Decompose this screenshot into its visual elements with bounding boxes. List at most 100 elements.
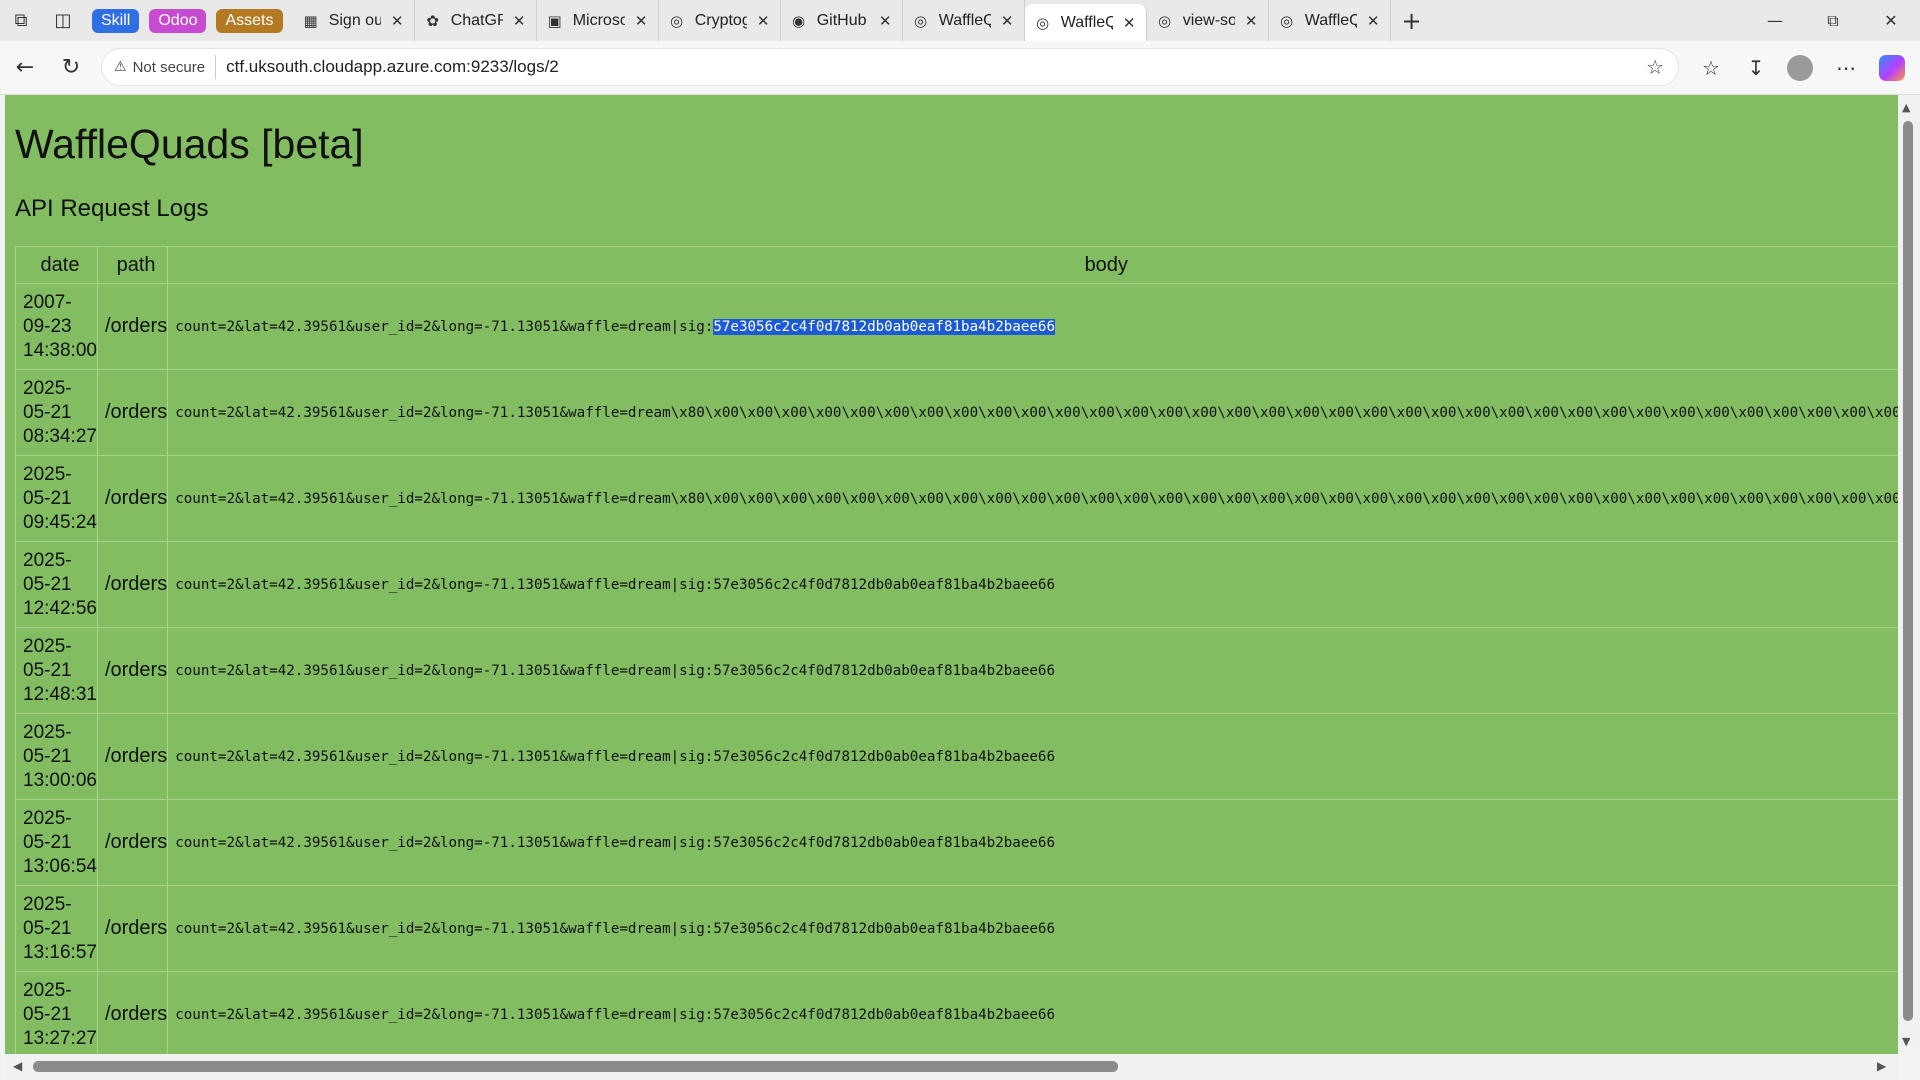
column-header-body: body bbox=[167, 246, 1898, 284]
tab-label: Sign out bbox=[328, 11, 381, 29]
tab-label: view-sourc bbox=[1182, 11, 1235, 29]
log-body: count=2&lat=42.39561&user_id=2&long=-71.… bbox=[167, 283, 1898, 370]
table-row: 2025- 05-21 12:42:56/orders count=2&lat=42.… bbox=[15, 541, 1898, 628]
copilot-logo bbox=[1879, 55, 1905, 81]
log-date-part: 14:38:00 bbox=[23, 339, 97, 361]
security-indicator[interactable]: ⚠ Not secure bbox=[114, 55, 217, 79]
table-row: 2025- 05-21 13:06:54/orders count=2&lat=42.… bbox=[15, 799, 1898, 886]
log-date: 2025- 05-21 09:45:24 bbox=[15, 455, 98, 542]
tab-strip: ⧉ ◫ Skill Odoo Assets ▦ Sign out ✕ ✿ ChatGPT… bbox=[0, 0, 1920, 41]
log-body-text: count=2&lat=42.39561&user_id=2&long=-71.… bbox=[175, 748, 1056, 765]
close-tab-icon[interactable]: ✕ bbox=[635, 12, 648, 30]
browser-tab[interactable]: ◎ Cryptograp ✕ bbox=[659, 0, 781, 41]
log-date-part: 13:16:57 bbox=[23, 941, 97, 963]
log-body-text: count=2&lat=42.39561&user_id=2&long=-71.… bbox=[175, 1006, 1056, 1023]
log-path: /orders bbox=[96, 713, 169, 800]
tab-label: Microsoft / bbox=[572, 11, 625, 29]
log-date-part: 2025- bbox=[23, 377, 72, 399]
minimize-icon[interactable]: — bbox=[1746, 0, 1804, 41]
vertical-scroll-thumb[interactable] bbox=[1903, 121, 1913, 1021]
log-path: /orders bbox=[96, 541, 169, 628]
log-path: /orders bbox=[96, 885, 169, 972]
browser-tab[interactable]: ▣ Microsoft / ✕ bbox=[537, 0, 659, 41]
close-tab-icon[interactable]: ✕ bbox=[1245, 12, 1258, 30]
new-tab-icon[interactable]: + bbox=[1391, 0, 1433, 41]
refresh-icon[interactable]: ↻ bbox=[48, 48, 94, 88]
log-date-part: 2025- bbox=[23, 893, 72, 915]
log-date: 2025- 05-21 13:16:57 bbox=[15, 885, 98, 972]
address-bar[interactable]: ⚠ Not secure ctf.uksouth.cloudapp.azure.… bbox=[101, 48, 1679, 86]
scroll-right-icon[interactable]: ▶ bbox=[1877, 1059, 1886, 1073]
log-date-part: 05-21 bbox=[23, 917, 72, 939]
pinned-tab-odoo[interactable]: Odoo bbox=[149, 8, 207, 33]
close-tab-icon[interactable]: ✕ bbox=[1001, 12, 1014, 30]
microsoft-icon: ▣ bbox=[547, 11, 562, 30]
log-date: 2025- 05-21 13:00:06 bbox=[15, 713, 98, 800]
close-tab-icon[interactable]: ✕ bbox=[1123, 14, 1136, 32]
browser-tab[interactable]: ▦ Sign out ✕ bbox=[293, 0, 415, 41]
column-header-date: date bbox=[15, 246, 98, 284]
page-title: WaffleQuads [beta] bbox=[15, 121, 364, 167]
browser-tab[interactable]: ◎ view-sourc ✕ bbox=[1147, 0, 1269, 41]
downloads-icon[interactable]: ↧ bbox=[1734, 48, 1778, 88]
table-row: 2025- 05-21 13:00:06/orders count=2&lat=42.… bbox=[15, 713, 1898, 800]
log-date-part: 2025- bbox=[23, 635, 72, 657]
log-body-text: count=2&lat=42.39561&user_id=2&long=-71.… bbox=[175, 318, 714, 335]
log-body: count=2&lat=42.39561&user_id=2&long=-71.… bbox=[167, 713, 1898, 800]
scroll-down-icon[interactable]: ▼ bbox=[1902, 1035, 1910, 1048]
log-body: count=2&lat=42.39561&user_id=2&long=-71.… bbox=[167, 541, 1898, 628]
log-body: count=2&lat=42.39561&user_id=2&long=-71.… bbox=[167, 369, 1898, 456]
security-label: Not secure bbox=[132, 58, 206, 76]
profile-icon[interactable] bbox=[1778, 48, 1822, 88]
log-body: count=2&lat=42.39561&user_id=2&long=-71.… bbox=[167, 971, 1898, 1054]
pinned-tab-assets[interactable]: Assets bbox=[216, 8, 283, 33]
scroll-up-icon[interactable]: ▲ bbox=[1902, 101, 1910, 114]
horizontal-scrollbar[interactable]: ◀ ▶ bbox=[5, 1054, 1898, 1080]
horizontal-scroll-thumb[interactable] bbox=[33, 1061, 1118, 1072]
close-tab-icon[interactable]: ✕ bbox=[1367, 12, 1380, 30]
copilot-icon[interactable] bbox=[1870, 48, 1914, 88]
vertical-tabs-icon[interactable]: ◫ bbox=[42, 0, 84, 41]
globe-icon: ◎ bbox=[1158, 11, 1172, 30]
browser-tab[interactable]: ✿ ChatGPT - ✕ bbox=[415, 0, 537, 41]
browser-tab[interactable]: ◉ GitHub - W ✕ bbox=[781, 0, 903, 41]
selected-signature: 57e3056c2c4f0d7812db0ab0eaf81ba4b2baee66 bbox=[713, 318, 1056, 335]
pinned-tab-skill[interactable]: Skill bbox=[92, 8, 140, 33]
log-date: 2025- 05-21 08:34:27 bbox=[15, 369, 98, 456]
restore-icon[interactable]: ⧉ bbox=[1804, 0, 1862, 41]
log-body: count=2&lat=42.39561&user_id=2&long=-71.… bbox=[167, 885, 1898, 972]
favorite-star-icon[interactable]: ☆ bbox=[1646, 55, 1664, 79]
log-body: count=2&lat=42.39561&user_id=2&long=-71.… bbox=[167, 455, 1898, 542]
log-path: /orders bbox=[96, 971, 169, 1054]
log-date-part: 2025- bbox=[23, 549, 72, 571]
browser-tab[interactable]: ◎ WaffleQua ✕ bbox=[1024, 4, 1147, 41]
close-tab-icon[interactable]: ✕ bbox=[879, 12, 892, 30]
close-tab-icon[interactable]: ✕ bbox=[513, 12, 526, 30]
log-date-part: 05-21 bbox=[23, 1003, 72, 1025]
close-tab-icon[interactable]: ✕ bbox=[391, 12, 404, 30]
close-tab-icon[interactable]: ✕ bbox=[757, 12, 770, 30]
browser-tab[interactable]: ◎ WaffleQua ✕ bbox=[903, 0, 1025, 41]
log-date-part: 05-21 bbox=[23, 831, 72, 853]
table-row: 2025- 05-21 12:48:31/orders count=2&lat=42.… bbox=[15, 627, 1898, 714]
url-text[interactable]: ctf.uksouth.cloudapp.azure.com:9233/logs… bbox=[226, 57, 559, 77]
back-icon[interactable]: ← bbox=[2, 48, 48, 88]
log-date: 2025- 05-21 13:06:54 bbox=[15, 799, 98, 886]
tab-label: WaffleQua bbox=[938, 11, 991, 29]
avatar bbox=[1787, 55, 1813, 81]
log-body-text: count=2&lat=42.39561&user_id=2&long=-71.… bbox=[175, 662, 1056, 679]
log-date-part: 05-21 bbox=[23, 487, 72, 509]
squares-icon: ▦ bbox=[303, 11, 318, 30]
log-date-part: 2025- bbox=[23, 721, 72, 743]
log-body-text: count=2&lat=42.39561&user_id=2&long=-71.… bbox=[175, 490, 1898, 507]
favorites-icon[interactable]: ☆ bbox=[1689, 48, 1733, 88]
more-menu-icon[interactable]: ⋯ bbox=[1824, 48, 1868, 88]
close-window-icon[interactable]: ✕ bbox=[1862, 0, 1920, 41]
scroll-left-icon[interactable]: ◀ bbox=[13, 1059, 22, 1073]
workspaces-icon[interactable]: ⧉ bbox=[0, 0, 42, 41]
vertical-scrollbar[interactable]: ▲ ▼ bbox=[1898, 95, 1920, 1054]
log-date: 2025- 05-21 13:27:27 bbox=[15, 971, 98, 1054]
log-body: count=2&lat=42.39561&user_id=2&long=-71.… bbox=[167, 799, 1898, 886]
tab-label: WaffleQua bbox=[1304, 11, 1357, 29]
browser-tab[interactable]: ◎ WaffleQua ✕ bbox=[1269, 0, 1391, 41]
